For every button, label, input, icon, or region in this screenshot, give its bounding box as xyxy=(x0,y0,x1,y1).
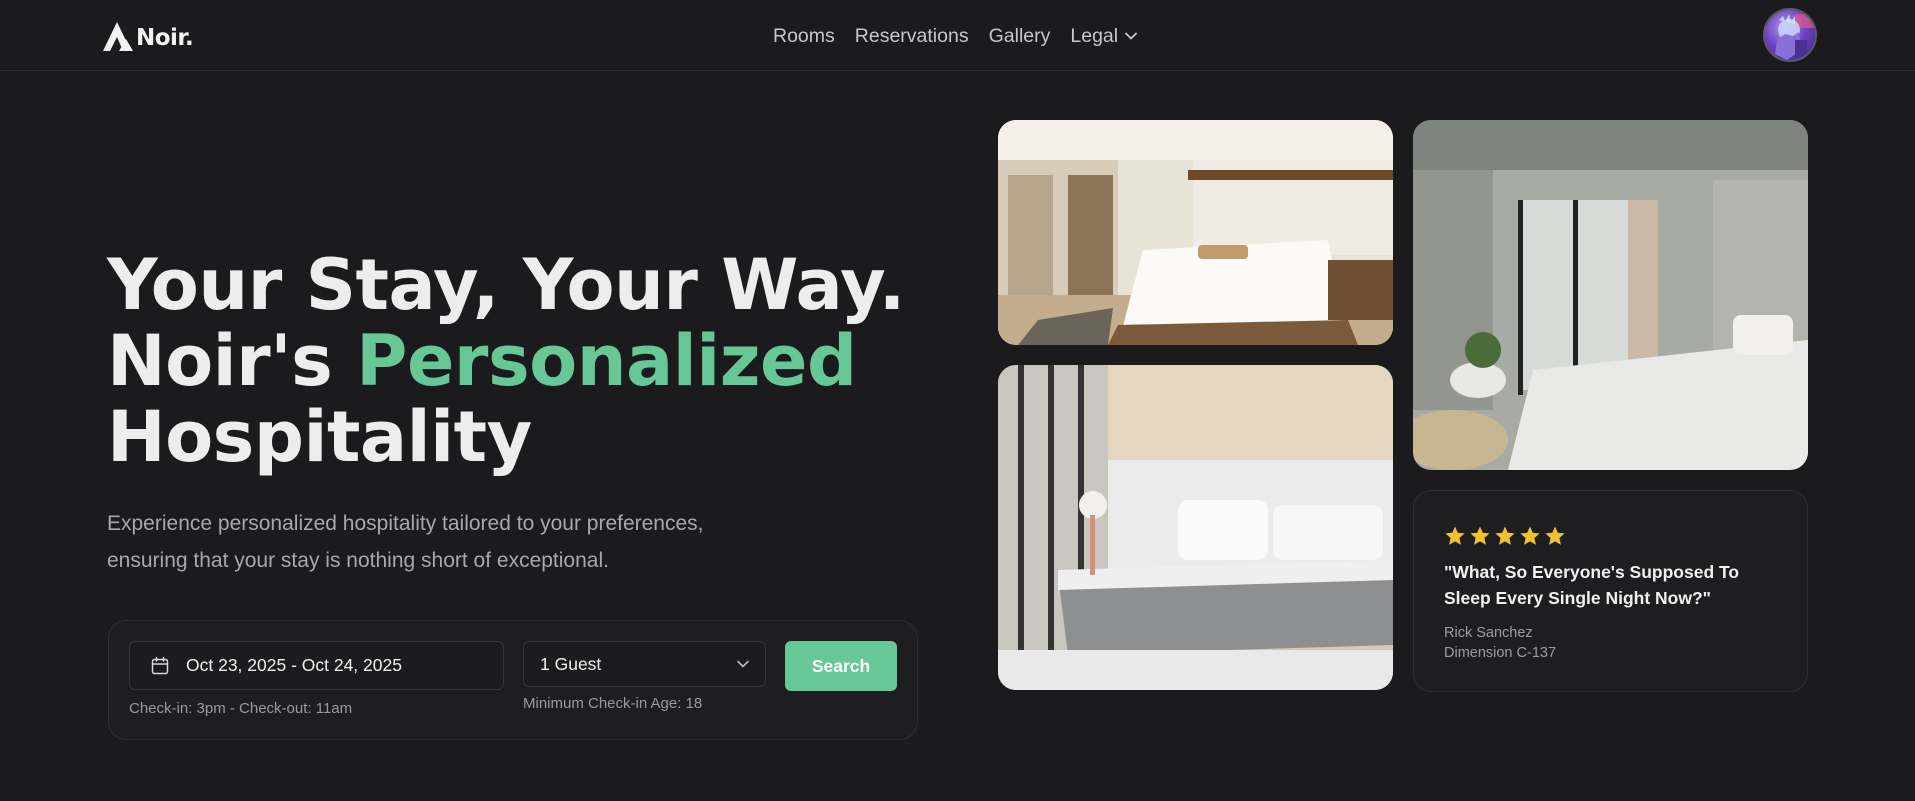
avatar-portrait-icon xyxy=(1775,14,1815,60)
star-icon xyxy=(1495,526,1515,545)
headline-accent-word: Personalized xyxy=(356,320,857,402)
review-author: Rick Sanchez xyxy=(1444,625,1533,641)
hero-subtitle: Experience personalized hospitality tail… xyxy=(107,512,704,572)
nav-link-rooms[interactable]: Rooms xyxy=(773,25,835,48)
star-icon xyxy=(1445,526,1465,545)
nav-link-reservations[interactable]: Reservations xyxy=(855,25,969,48)
review-author-origin: Dimension C-137 xyxy=(1444,645,1557,661)
bedroom-photo-1 xyxy=(998,120,1393,345)
date-range-value: Oct 23, 2025 - Oct 24, 2025 xyxy=(186,655,402,675)
bedroom-photo-2 xyxy=(998,365,1393,690)
nav-link-gallery[interactable]: Gallery xyxy=(989,25,1051,48)
calendar-icon xyxy=(151,656,169,674)
min-age-hint: Minimum Check-in Age: 18 xyxy=(523,695,703,712)
booking-search-card: Oct 23, 2025 - Oct 24, 2025 Check-in: 3p… xyxy=(108,620,918,740)
brand-name: Noir. xyxy=(136,24,194,51)
bedroom-image-1 xyxy=(998,120,1393,345)
mountain-logo-icon xyxy=(103,22,133,51)
search-button[interactable]: Search xyxy=(785,641,897,691)
headline-line-1: Your Stay, Your Way. xyxy=(107,244,905,326)
main-menu: Rooms Reservations Gallery Legal xyxy=(773,22,1137,50)
nav-link-label: Reservations xyxy=(854,24,969,47)
chevron-down-icon xyxy=(737,660,749,668)
top-navbar: Noir. Rooms Reservations Gallery Legal xyxy=(0,0,1915,71)
user-avatar[interactable] xyxy=(1763,8,1817,62)
rating-stars xyxy=(1444,525,1566,547)
star-icon xyxy=(1470,526,1490,545)
nav-link-legal[interactable]: Legal xyxy=(1070,25,1137,48)
headline-line-2-prefix: Noir's xyxy=(107,320,357,402)
date-range-picker[interactable]: Oct 23, 2025 - Oct 24, 2025 xyxy=(129,641,504,690)
bedroom-image-3 xyxy=(1413,120,1808,470)
review-quote: "What, So Everyone's Supposed To Sleep E… xyxy=(1444,562,1740,608)
chevron-down-icon xyxy=(1125,32,1137,40)
hero-headline: Your Stay, Your Way. Noir's Personalized… xyxy=(107,247,907,475)
bedroom-photo-3 xyxy=(1413,120,1808,470)
bedroom-image-2 xyxy=(998,365,1393,690)
testimonial-card: "What, So Everyone's Supposed To Sleep E… xyxy=(1413,490,1808,692)
star-icon xyxy=(1545,526,1565,545)
nav-link-label: Legal xyxy=(1070,24,1119,47)
star-icon xyxy=(1520,526,1540,545)
nav-link-label: Gallery xyxy=(988,24,1051,47)
checkin-hint: Check-in: 3pm - Check-out: 11am xyxy=(129,700,353,717)
guests-value: 1 Guest xyxy=(540,653,602,674)
guests-select[interactable]: 1 Guest xyxy=(523,641,766,687)
brand-logo[interactable]: Noir. xyxy=(102,20,194,52)
headline-line-3: Hospitality xyxy=(107,396,532,478)
nav-link-label: Rooms xyxy=(773,24,835,47)
